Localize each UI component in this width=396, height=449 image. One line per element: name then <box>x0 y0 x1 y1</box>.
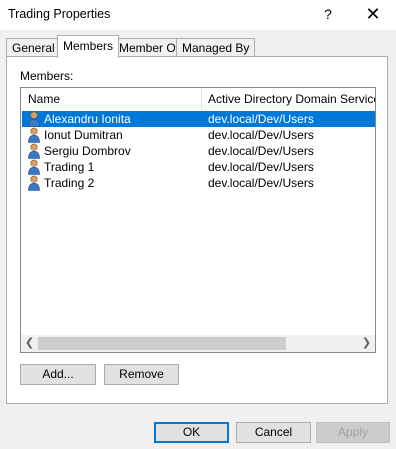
member-name: Trading 1 <box>44 160 95 174</box>
help-button[interactable]: ? <box>318 3 338 25</box>
column-header-folder[interactable]: Active Directory Domain Services F <box>208 92 375 106</box>
list-item[interactable]: Alexandru Ionita dev.local/Dev/Users <box>22 111 375 127</box>
tab-members[interactable]: Members <box>57 35 120 58</box>
tab-managed-by[interactable]: Managed By <box>176 38 256 57</box>
title-bar: Trading Properties ? ✕ <box>0 0 396 30</box>
window-title: Trading Properties <box>8 7 111 21</box>
column-separator[interactable] <box>201 88 202 110</box>
list-item[interactable]: Trading 2 dev.local/Dev/Users <box>22 175 375 191</box>
cancel-button[interactable]: Cancel <box>236 422 311 443</box>
members-tab-panel: Members: Name Active Directory Domain Se… <box>6 56 388 404</box>
member-name: Trading 2 <box>44 176 95 190</box>
member-folder: dev.local/Dev/Users <box>208 128 314 142</box>
column-header-name[interactable]: Name <box>28 92 60 106</box>
member-name: Sergiu Dombrov <box>44 144 131 158</box>
member-folder: dev.local/Dev/Users <box>208 112 314 126</box>
user-icon <box>27 159 41 175</box>
list-item[interactable]: Trading 1 dev.local/Dev/Users <box>22 159 375 175</box>
add-button[interactable]: Add... <box>20 364 96 385</box>
scroll-thumb[interactable] <box>38 337 286 350</box>
member-folder: dev.local/Dev/Users <box>208 176 314 190</box>
tab-general[interactable]: General <box>6 38 61 57</box>
member-folder: dev.local/Dev/Users <box>208 144 314 158</box>
scroll-right-icon[interactable]: ❯ <box>358 335 375 352</box>
horizontal-scrollbar[interactable]: ❮ ❯ <box>21 335 375 352</box>
ok-button[interactable]: OK <box>154 422 229 443</box>
members-list[interactable]: Name Active Directory Domain Services F … <box>20 87 376 353</box>
close-button[interactable]: ✕ <box>360 2 386 26</box>
list-item[interactable]: Ionut Dumitran dev.local/Dev/Users <box>22 127 375 143</box>
member-folder: dev.local/Dev/Users <box>208 160 314 174</box>
apply-button[interactable]: Apply <box>316 422 390 443</box>
user-icon <box>27 111 41 127</box>
scroll-left-icon[interactable]: ❮ <box>21 335 38 352</box>
user-icon <box>27 175 41 191</box>
user-icon <box>27 143 41 159</box>
members-label: Members: <box>20 69 74 83</box>
member-name: Ionut Dumitran <box>44 128 123 142</box>
tab-member-of[interactable]: Member Of <box>113 38 186 57</box>
list-header: Name Active Directory Domain Services F <box>21 88 375 110</box>
user-icon <box>27 127 41 143</box>
remove-button[interactable]: Remove <box>104 364 179 385</box>
member-name: Alexandru Ionita <box>44 112 131 126</box>
list-item[interactable]: Sergiu Dombrov dev.local/Dev/Users <box>22 143 375 159</box>
